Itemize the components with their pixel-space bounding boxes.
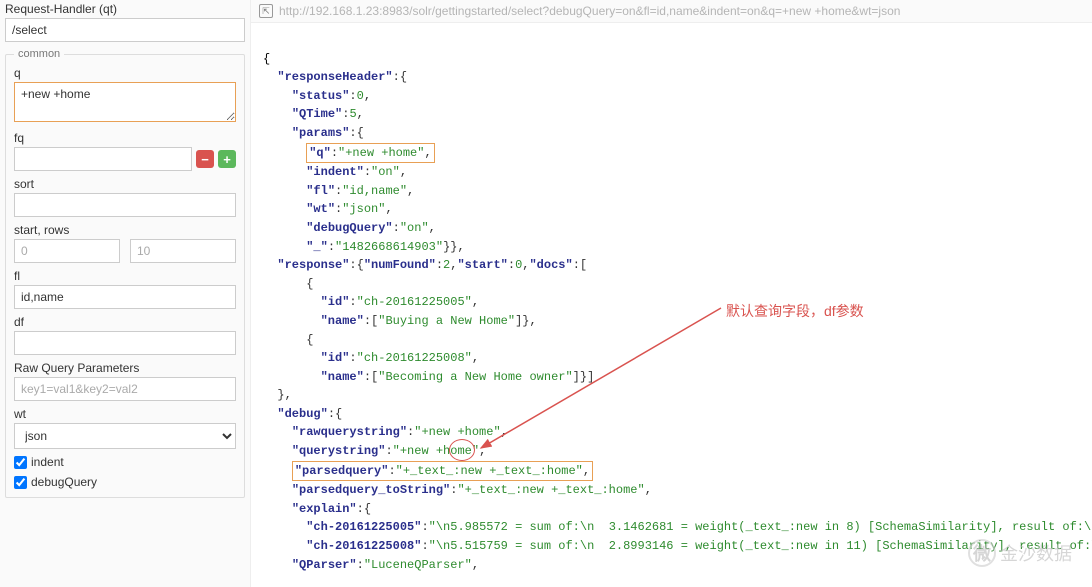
fq-label: fq — [14, 131, 236, 145]
fl-input[interactable] — [14, 285, 236, 309]
rows-input[interactable] — [130, 239, 236, 263]
q-param-highlight: "q":"+new +home", — [306, 143, 434, 164]
common-fieldset: common q +new +home fq − + sort — [5, 48, 245, 498]
link-icon: ⇱ — [259, 4, 273, 18]
debugquery-label: debugQuery — [31, 475, 97, 489]
start-input[interactable] — [14, 239, 120, 263]
q-input[interactable]: +new +home — [14, 82, 236, 122]
df-label: df — [14, 315, 236, 329]
query-form-sidebar: Request-Handler (qt) common q +new +home… — [0, 0, 250, 587]
debugquery-checkbox[interactable] — [14, 476, 27, 489]
request-handler-label: Request-Handler (qt) — [5, 2, 245, 16]
sort-input[interactable] — [14, 193, 236, 217]
remove-fq-icon[interactable]: − — [196, 150, 214, 168]
q-label: q — [14, 66, 236, 80]
request-url[interactable]: http://192.168.1.23:8983/solr/gettingsta… — [279, 4, 900, 18]
watermark-icon: 微 — [968, 539, 996, 567]
rawq-input[interactable] — [14, 377, 236, 401]
df-input[interactable] — [14, 331, 236, 355]
request-handler-input[interactable] — [5, 18, 245, 42]
indent-checkbox[interactable] — [14, 456, 27, 469]
main-panel: ⇱ http://192.168.1.23:8983/solr/gettings… — [250, 0, 1092, 587]
annotation-text: 默认查询字段，df参数 — [726, 301, 864, 323]
watermark: 微 金沙数据 — [968, 539, 1072, 567]
wt-label: wt — [14, 407, 236, 421]
start-rows-label: start, rows — [14, 223, 236, 237]
indent-label: indent — [31, 455, 64, 469]
add-fq-icon[interactable]: + — [218, 150, 236, 168]
parsedquery-highlight: "parsedquery":"+_text_:new +_text_:home"… — [292, 461, 593, 482]
fl-label: fl — [14, 269, 236, 283]
fq-input[interactable] — [14, 147, 192, 171]
common-legend: common — [14, 48, 64, 60]
rawq-label: Raw Query Parameters — [14, 361, 236, 375]
wt-select[interactable]: json — [14, 423, 236, 449]
sort-label: sort — [14, 177, 236, 191]
response-body: { "responseHeader":{ "status":0, "QTime"… — [251, 23, 1092, 587]
url-bar: ⇱ http://192.168.1.23:8983/solr/gettings… — [251, 0, 1092, 23]
